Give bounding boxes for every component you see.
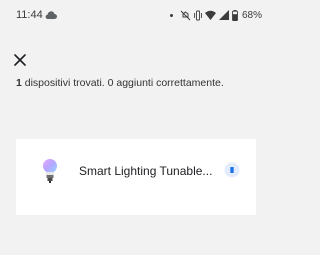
vibrate-icon: [194, 10, 202, 20]
do-not-disturb-icon: [180, 10, 191, 20]
signal-icon: [218, 10, 229, 20]
device-name: Smart Lighting Tunable...: [79, 164, 213, 178]
close-button[interactable]: [10, 50, 30, 70]
cloud-icon: [45, 11, 57, 19]
device-list-item[interactable]: Smart Lighting Tunable...: [16, 139, 256, 215]
battery-percent: 68%: [241, 9, 262, 21]
close-icon: [14, 54, 26, 66]
scan-summary: 1 dispositivi trovati. 0 aggiunti corret…: [16, 77, 256, 90]
bulb-icon: [43, 159, 57, 183]
device-scan-screen: 11:44 68% 1 dispositivi trovati. 0 aggiu…: [0, 0, 272, 255]
notification-dot-icon: [169, 13, 173, 17]
status-bar: 11:44 68%: [0, 0, 272, 30]
status-icons: 68%: [169, 8, 262, 22]
pending-status-icon: [224, 162, 240, 178]
summary-text: dispositivi trovati. 0 aggiunti corretta…: [21, 77, 224, 89]
wifi-icon: [204, 10, 216, 20]
status-time: 11:44: [16, 9, 43, 21]
battery-icon: [232, 9, 238, 21]
